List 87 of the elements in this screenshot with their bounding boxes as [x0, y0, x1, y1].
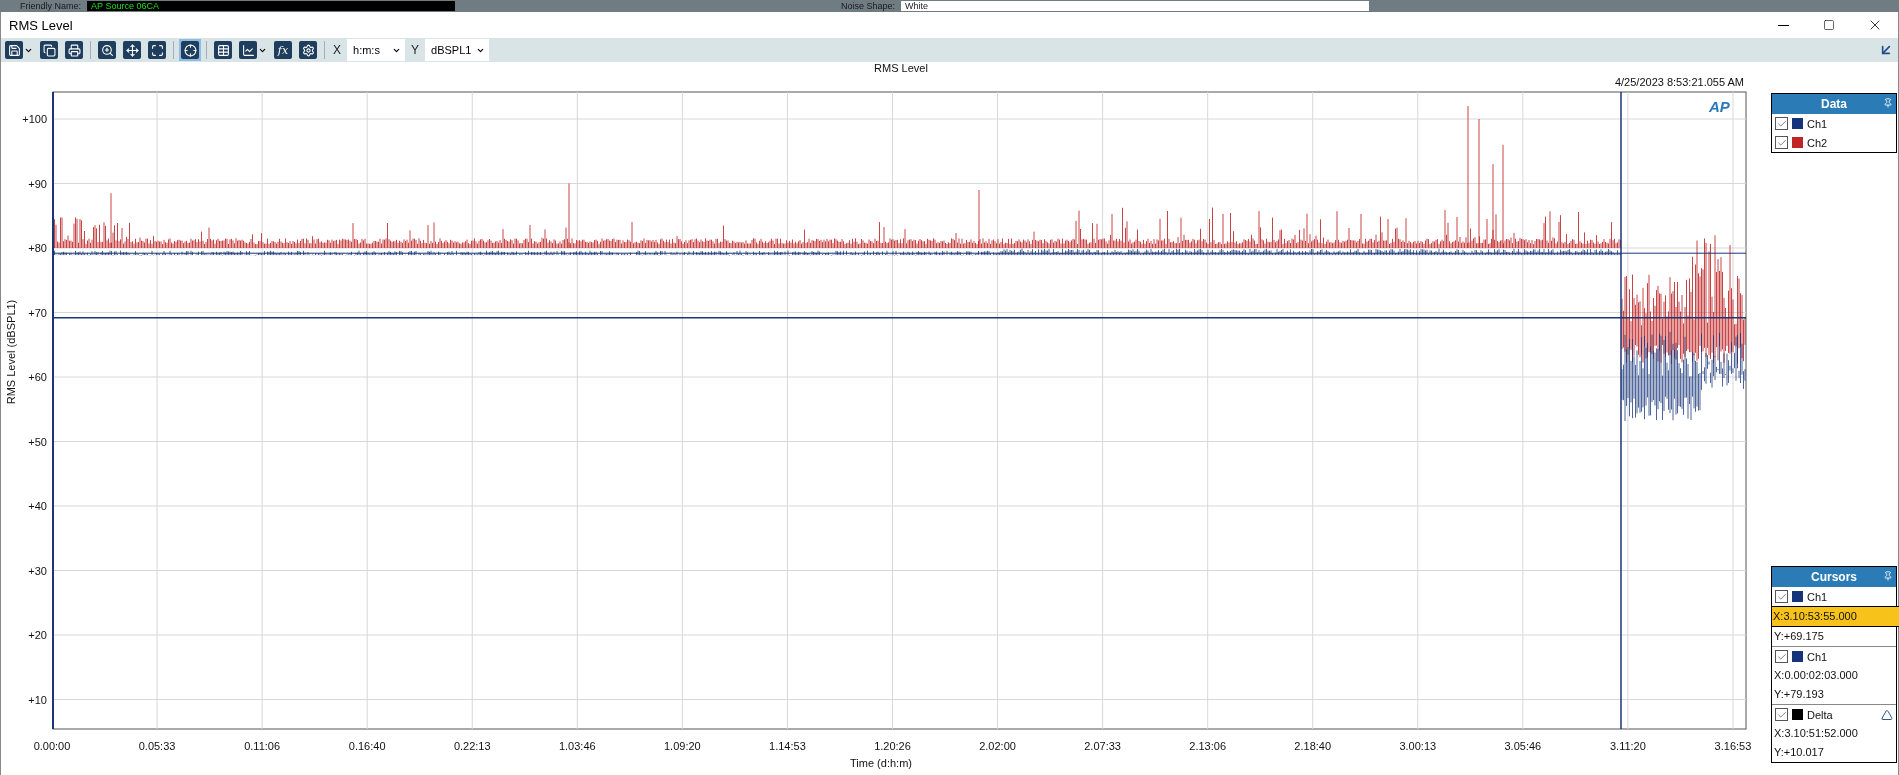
y-unit-dropdown[interactable]: dBSPL1 [425, 39, 490, 61]
zoom-in-icon [100, 43, 114, 57]
x-tick-label: 0.16:40 [348, 740, 386, 752]
y-tick-label: +100 [22, 113, 47, 125]
channel-label: Ch1 [1807, 117, 1828, 130]
crosshair-icon [183, 43, 197, 57]
cursor-label: Delta [1807, 708, 1833, 721]
x-tick-label: 1.20:26 [874, 740, 911, 752]
panel-title: Data [1821, 97, 1847, 111]
cursor-x-value: X:0.00:02:03.000 [1773, 668, 1859, 683]
function-tool-button[interactable]: fx [272, 39, 294, 61]
field-label: Noise Shape: [841, 1, 896, 11]
text-field[interactable]: AP Source 06CA [87, 1, 456, 11]
cursor-y-value: Y:+79.193 [1773, 687, 1825, 702]
copy-tool-button[interactable] [38, 39, 60, 61]
x-tick-label: 3.11:20 [1609, 740, 1646, 752]
line-chart-icon [241, 43, 255, 57]
maximize-icon [1823, 19, 1835, 31]
timestamp: 4/25/2023 8:53:21.055 AM [1614, 76, 1744, 88]
x-tick-label: 0.00:00 [33, 740, 71, 752]
x-tick-label: 3.05:46 [1504, 740, 1542, 752]
settings-tool-button[interactable] [297, 39, 319, 61]
x-tick-label: 2.18:40 [1294, 740, 1332, 752]
check-icon [1776, 709, 1787, 720]
pin-icon[interactable] [1883, 98, 1893, 108]
cursor-tool-button[interactable] [179, 39, 201, 61]
x-tick-label: 0.22:13 [453, 740, 491, 752]
checkbox[interactable] [1775, 136, 1788, 149]
x-axis-title: Time (d:h:m) [850, 757, 912, 769]
x-tick-label: 0.11:06 [244, 740, 281, 752]
y-axis-title: RMS Level (dBSPL1) [5, 299, 17, 405]
print-tool-button[interactable] [63, 39, 85, 61]
expand-icon [150, 43, 164, 57]
x-tick-label: 2.13:06 [1189, 740, 1226, 752]
x-tick-label: 2.02:00 [979, 740, 1016, 752]
y-tick-label: +70 [28, 306, 47, 319]
delta-icon [1881, 708, 1893, 721]
cursor-label: Ch1 [1807, 650, 1828, 663]
y-tick-label: +80 [28, 242, 47, 254]
logo: AP [1709, 98, 1730, 115]
x-tick-label: 3.00:13 [1399, 740, 1437, 752]
graph-title: RMS Level [874, 62, 928, 74]
x-tick-label: 2.07:33 [1084, 740, 1121, 752]
y-tick-label: +90 [28, 177, 47, 190]
y-tick-label: +20 [28, 629, 47, 641]
fit-tool-button[interactable] [146, 39, 168, 61]
x-tick-label: 1.09:20 [664, 740, 701, 752]
y-tick-label: +10 [28, 693, 47, 706]
y-tick-label: +30 [28, 564, 47, 577]
checkbox[interactable] [1775, 590, 1788, 603]
x-axis-label: X [333, 43, 341, 57]
panel-title: Cursors [1811, 570, 1857, 584]
check-icon [1776, 137, 1787, 148]
checkbox[interactable] [1775, 117, 1788, 130]
cursor-x-value: X:3.10:51:52.000 [1773, 726, 1859, 741]
y-tick-label: +60 [28, 371, 47, 383]
pan-tool-button[interactable] [121, 39, 143, 61]
pin-icon[interactable] [1883, 571, 1893, 581]
cursor-y-value: Y:+10.017 [1773, 745, 1825, 760]
channel-label: Ch2 [1807, 136, 1828, 149]
field-label: Friendly Name: [20, 1, 82, 11]
settings-icon [301, 43, 315, 57]
x-tick-label: 1.14:53 [769, 740, 806, 752]
check-icon [1776, 651, 1787, 662]
x-tick-label: 1.03:46 [558, 740, 596, 752]
cursor-y-value: Y:+69.175 [1773, 629, 1825, 644]
x-tick-label: 0.05:33 [138, 740, 176, 752]
check-icon [1776, 591, 1787, 602]
y-axis-label: Y [411, 43, 420, 57]
zoom-tool-button[interactable] [96, 39, 118, 61]
x-tick-label: 3.16:53 [1714, 740, 1752, 752]
y-tick-label: +50 [28, 435, 47, 448]
printer-icon [67, 43, 81, 57]
table-icon [216, 43, 230, 57]
table-tool-button[interactable] [212, 39, 234, 61]
move-arrows-icon [125, 43, 139, 57]
check-icon [1776, 118, 1787, 129]
dropdown[interactable]: White [901, 1, 1370, 11]
window-title: RMS Level [9, 17, 74, 33]
x-unit-dropdown[interactable]: h:m:s [347, 39, 405, 61]
copy-icon [42, 43, 56, 57]
minimize-icon [1777, 24, 1789, 26]
cursor-x-value: X:3.10:53:55.000 [1771, 606, 1899, 627]
checkbox[interactable] [1775, 650, 1788, 663]
checkbox[interactable] [1775, 708, 1788, 721]
cursor-label: Ch1 [1807, 590, 1828, 603]
y-tick-label: +40 [28, 500, 47, 512]
